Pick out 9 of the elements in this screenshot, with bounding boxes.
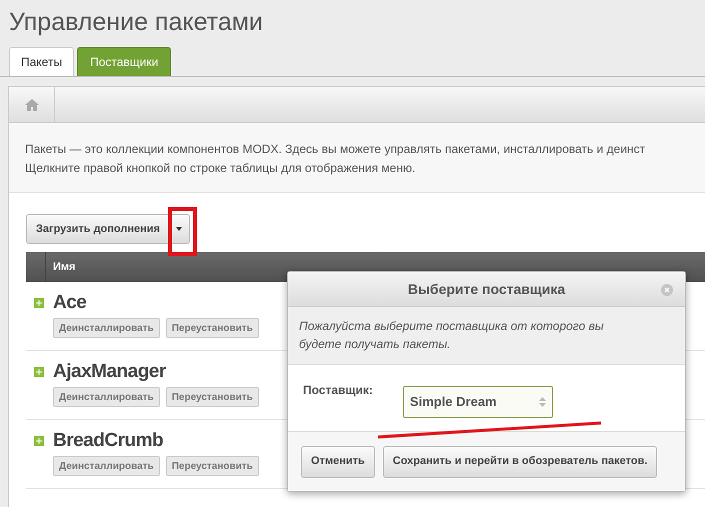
dialog-title: Выберите поставщика [408, 280, 566, 299]
page-title: Управление пакетами [9, 7, 264, 38]
description-text: Щелкните правой кнопкой по строке таблицы для отображения меню. [25, 160, 416, 176]
dialog-message: Пожалуйста выберите поставщика от которого вы будете получать пакеты. [299, 318, 605, 353]
package-name: Ace [53, 292, 86, 314]
package-name: BreadCrumb [53, 430, 164, 452]
description-text: Пакеты — это коллекции компонентов MODX. Здесь вы можете управлять пакетами, инсталлировать и деинст [25, 141, 646, 157]
package-name: AjaxManager [53, 361, 166, 383]
field-label: Поставщик: [303, 382, 373, 399]
